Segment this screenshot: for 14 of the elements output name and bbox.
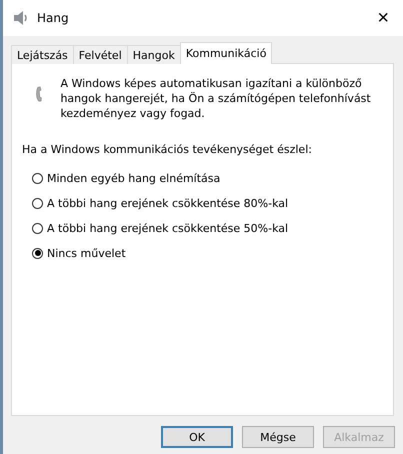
tab[interactable]: Hangok xyxy=(126,45,181,64)
dialog-button[interactable]: OK xyxy=(161,426,233,448)
dialog-button[interactable]: Mégse xyxy=(242,426,314,448)
tab[interactable]: Kommunikáció xyxy=(180,42,272,64)
description-text: A Windows képes automatikusan igazítani a különböző hangok hangerejét, ha Ön a számítógépen telefonhívást kezdeményez vagy fogad. xyxy=(60,76,372,121)
option-label[interactable]: A többi hang erejének csökkentése 50%-kal xyxy=(47,222,288,234)
tab[interactable]: Lejátszás xyxy=(11,45,74,64)
option-label[interactable]: Nincs művelet xyxy=(47,246,126,260)
option-label[interactable]: A többi hang erejének csökkentése 80%-kal xyxy=(47,196,288,210)
window-title: Hang xyxy=(37,11,70,25)
tab[interactable]: Felvétel xyxy=(72,45,128,64)
close-button[interactable]: × xyxy=(373,8,393,28)
prompt-text: Ha a Windows kommunikációs tevékenységet észlel: xyxy=(22,143,313,156)
option-label[interactable]: Minden egyéb hang elnémítása xyxy=(47,172,220,184)
